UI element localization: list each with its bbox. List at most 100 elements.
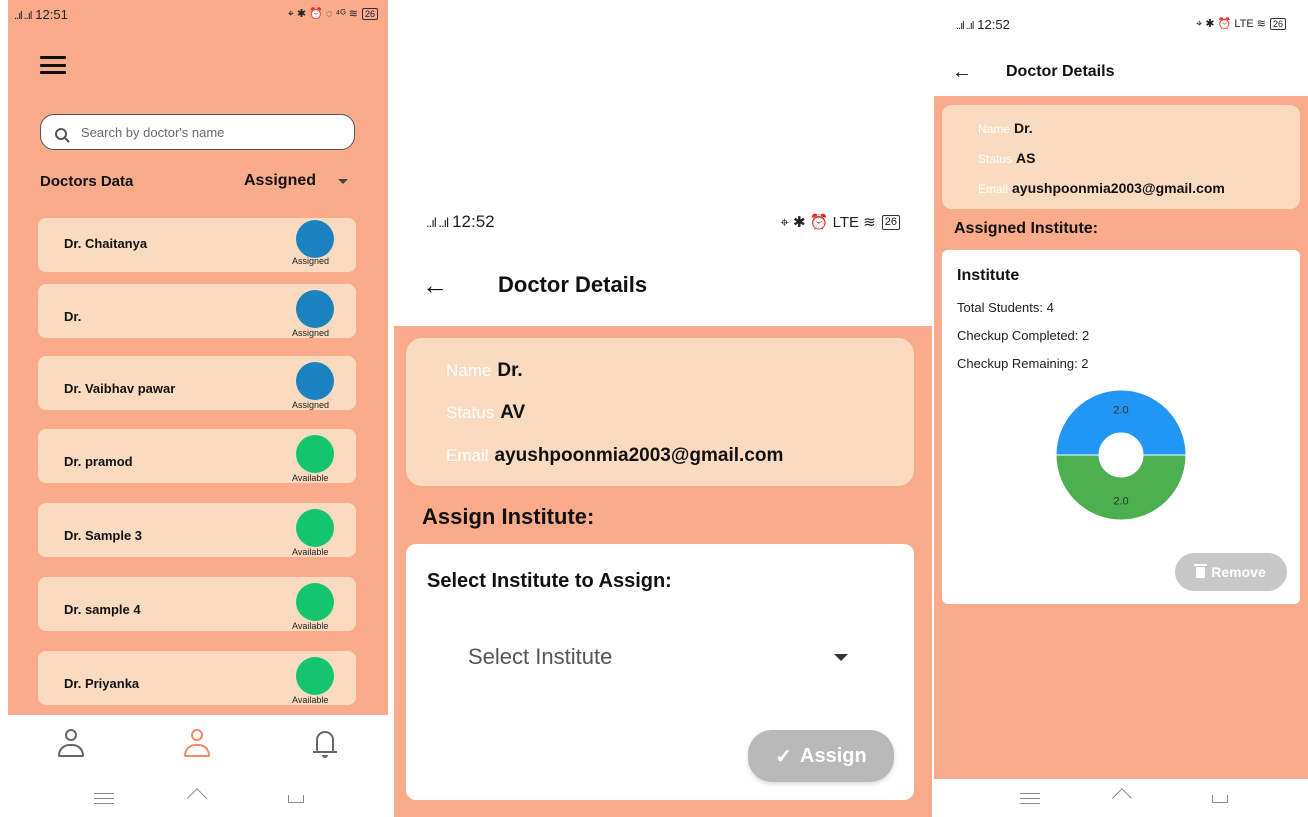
- status-time: 12:52: [977, 16, 1010, 32]
- name-value: Dr.: [497, 360, 523, 381]
- doctor-name: Dr. pramod: [64, 454, 133, 469]
- search-bar[interactable]: [40, 114, 355, 150]
- caret-down-icon: [834, 653, 848, 661]
- doctor-card[interactable]: Dr. Priyanka Available: [38, 651, 356, 705]
- profile-icon[interactable]: [56, 729, 86, 761]
- system-home-icon[interactable]: [1112, 788, 1132, 808]
- assigned-heading: Assigned Institute:: [954, 220, 1099, 237]
- app-header: ← Doctor Details: [394, 244, 932, 326]
- status-row: Status AV: [446, 402, 525, 424]
- battery-icon: 26: [361, 8, 378, 20]
- menu-icon[interactable]: [40, 56, 66, 74]
- signal-icon: ..ıl ..ıl: [956, 19, 974, 32]
- status-dot-icon: [296, 290, 334, 328]
- doctor-status: Assigned: [292, 400, 330, 410]
- name-row: Name Dr.: [446, 360, 523, 382]
- doctor-name: Dr. Sample 3: [64, 528, 143, 543]
- doctor-card[interactable]: Dr. Chaitanya Assigned: [38, 218, 356, 272]
- doctor-icon[interactable]: [182, 729, 212, 761]
- assign-button[interactable]: ✓ Assign: [748, 730, 894, 782]
- search-input[interactable]: [81, 124, 321, 140]
- status-time: 12:52: [452, 212, 495, 231]
- doctor-status: Available: [292, 473, 329, 483]
- status-dot-icon: [296, 583, 334, 621]
- email-label: Email: [446, 446, 489, 465]
- page-title: Doctor Details: [1006, 63, 1115, 80]
- status-label: Status: [446, 403, 495, 422]
- doctor-card[interactable]: Dr. sample 4 Available: [38, 577, 356, 631]
- email-row: Email ayushpoonmia2003@gmail.com: [978, 180, 1225, 196]
- bell-icon[interactable]: [310, 729, 340, 761]
- battery-icon: 26: [1269, 18, 1286, 30]
- filter-value: Assigned: [244, 172, 317, 189]
- doctor-name: Dr.: [64, 309, 82, 324]
- status-bar: ..ıl ..ıl 12:52 ⌖ ✱ ⏰ LTE ≋ 26: [934, 0, 1308, 48]
- status-dot-icon: [296, 362, 334, 400]
- status-dot-icon: [296, 657, 334, 695]
- search-icon: [55, 127, 67, 140]
- pie-label-remaining: 2.0: [1113, 496, 1128, 508]
- trash-icon: [1194, 563, 1208, 578]
- system-nav: [934, 779, 1308, 817]
- select-title: Select Institute to Assign:: [427, 570, 672, 592]
- status-dot-icon: [296, 435, 334, 473]
- doctor-detail-screen: ..ıl ..ıl 12:52 ⌖ ✱ ⏰ LTE ≋ 26 ← Doctor De…: [934, 0, 1308, 817]
- section-title: Doctors Data: [40, 173, 134, 190]
- pie-label-completed: 2.0: [1113, 405, 1128, 417]
- institute-select[interactable]: Select Institute: [468, 644, 848, 670]
- assign-card: Select Institute to Assign: Select Insti…: [406, 544, 914, 800]
- status-dot-icon: [296, 220, 334, 258]
- check-icon: ✓: [775, 745, 793, 768]
- doctor-card[interactable]: Dr. Sample 3 Available: [38, 503, 356, 557]
- system-menu-icon[interactable]: [94, 793, 114, 807]
- status-time: 12:51: [35, 6, 68, 22]
- system-back-icon[interactable]: [1212, 795, 1228, 803]
- doctor-status: Available: [292, 621, 329, 631]
- system-menu-icon[interactable]: [1020, 793, 1040, 807]
- bottom-nav: [8, 715, 388, 817]
- system-back-icon[interactable]: [288, 795, 304, 803]
- assign-button-label: Assign: [800, 744, 867, 767]
- doctor-status: Assigned: [292, 328, 330, 338]
- signal-icon: ..ıl ..ıl: [14, 9, 32, 22]
- status-icons: ⌖ ✱ ⏰ LTE ≋: [780, 214, 876, 231]
- doctor-info-card: Name Dr. Status AS Email ayushpoonmia200…: [942, 105, 1300, 209]
- app-header: ← Doctor Details: [934, 48, 1308, 96]
- name-value: Dr.: [1014, 120, 1033, 136]
- caret-down-icon: [338, 178, 349, 184]
- doctor-card[interactable]: Dr. Vaibhav pawar Assigned: [38, 356, 356, 410]
- filter-dropdown[interactable]: Assigned: [244, 172, 349, 190]
- assign-heading: Assign Institute:: [422, 504, 595, 529]
- stat-checkup-remaining: Checkup Remaining: 2: [957, 356, 1089, 371]
- content-area: Name Dr. Status AV Email ayushpoonmia200…: [394, 326, 932, 817]
- system-home-icon[interactable]: [187, 788, 207, 808]
- back-arrow-icon[interactable]: ←: [952, 61, 972, 84]
- doctor-info-card: Name Dr. Status AV Email ayushpoonmia200…: [406, 338, 914, 486]
- email-value: ayushpoonmia2003@gmail.com: [1012, 180, 1225, 196]
- signal-icon: ..ıl ..ıl: [426, 215, 449, 230]
- email-label: Email: [978, 182, 1009, 196]
- doctor-name: Dr. Vaibhav pawar: [64, 381, 176, 396]
- email-value: ayushpoonmia2003@gmail.com: [494, 445, 784, 466]
- doctor-card[interactable]: Dr. Assigned: [38, 284, 356, 338]
- doctor-status: Available: [292, 695, 329, 705]
- status-bar: ..ıl ..ıl 12:51 ⌖ ✱ ⏰ ◌ ⁴ᴳ ≋ 26: [8, 0, 388, 28]
- back-arrow-icon[interactable]: ←: [422, 270, 448, 301]
- name-row: Name Dr.: [978, 120, 1033, 136]
- remove-button[interactable]: Remove: [1175, 553, 1287, 591]
- institute-title: Institute: [957, 267, 1020, 284]
- status-row: Status AS: [978, 150, 1035, 166]
- status-bar: ..ıl ..ıl 12:52 ⌖ ✱ ⏰ LTE ≋ 26: [394, 200, 932, 244]
- doctor-card[interactable]: Dr. pramod Available: [38, 429, 356, 483]
- select-placeholder: Select Institute: [468, 644, 613, 669]
- doctor-list-screen: ..ıl ..ıl12:51 ⌖ ✱ ⏰ ◌ ⁴ᴳ ≋26 Doctors Da…: [8, 0, 388, 817]
- remove-button-label: Remove: [1211, 564, 1266, 580]
- pie-slice-completed: [1055, 389, 1187, 456]
- doctor-status: Assigned: [292, 256, 330, 266]
- status-value: AS: [1016, 150, 1036, 166]
- page-title: Doctor Details: [498, 272, 648, 297]
- doctor-status: Available: [292, 547, 329, 557]
- pie-slice-remaining: [1055, 454, 1187, 521]
- doctor-list[interactable]: Dr. Chaitanya Assigned Dr. Assigned Dr. …: [8, 218, 388, 715]
- assign-institute-screen: ..ıl ..ıl 12:52 ⌖ ✱ ⏰ LTE ≋ 26 ← Doctor De…: [394, 200, 932, 817]
